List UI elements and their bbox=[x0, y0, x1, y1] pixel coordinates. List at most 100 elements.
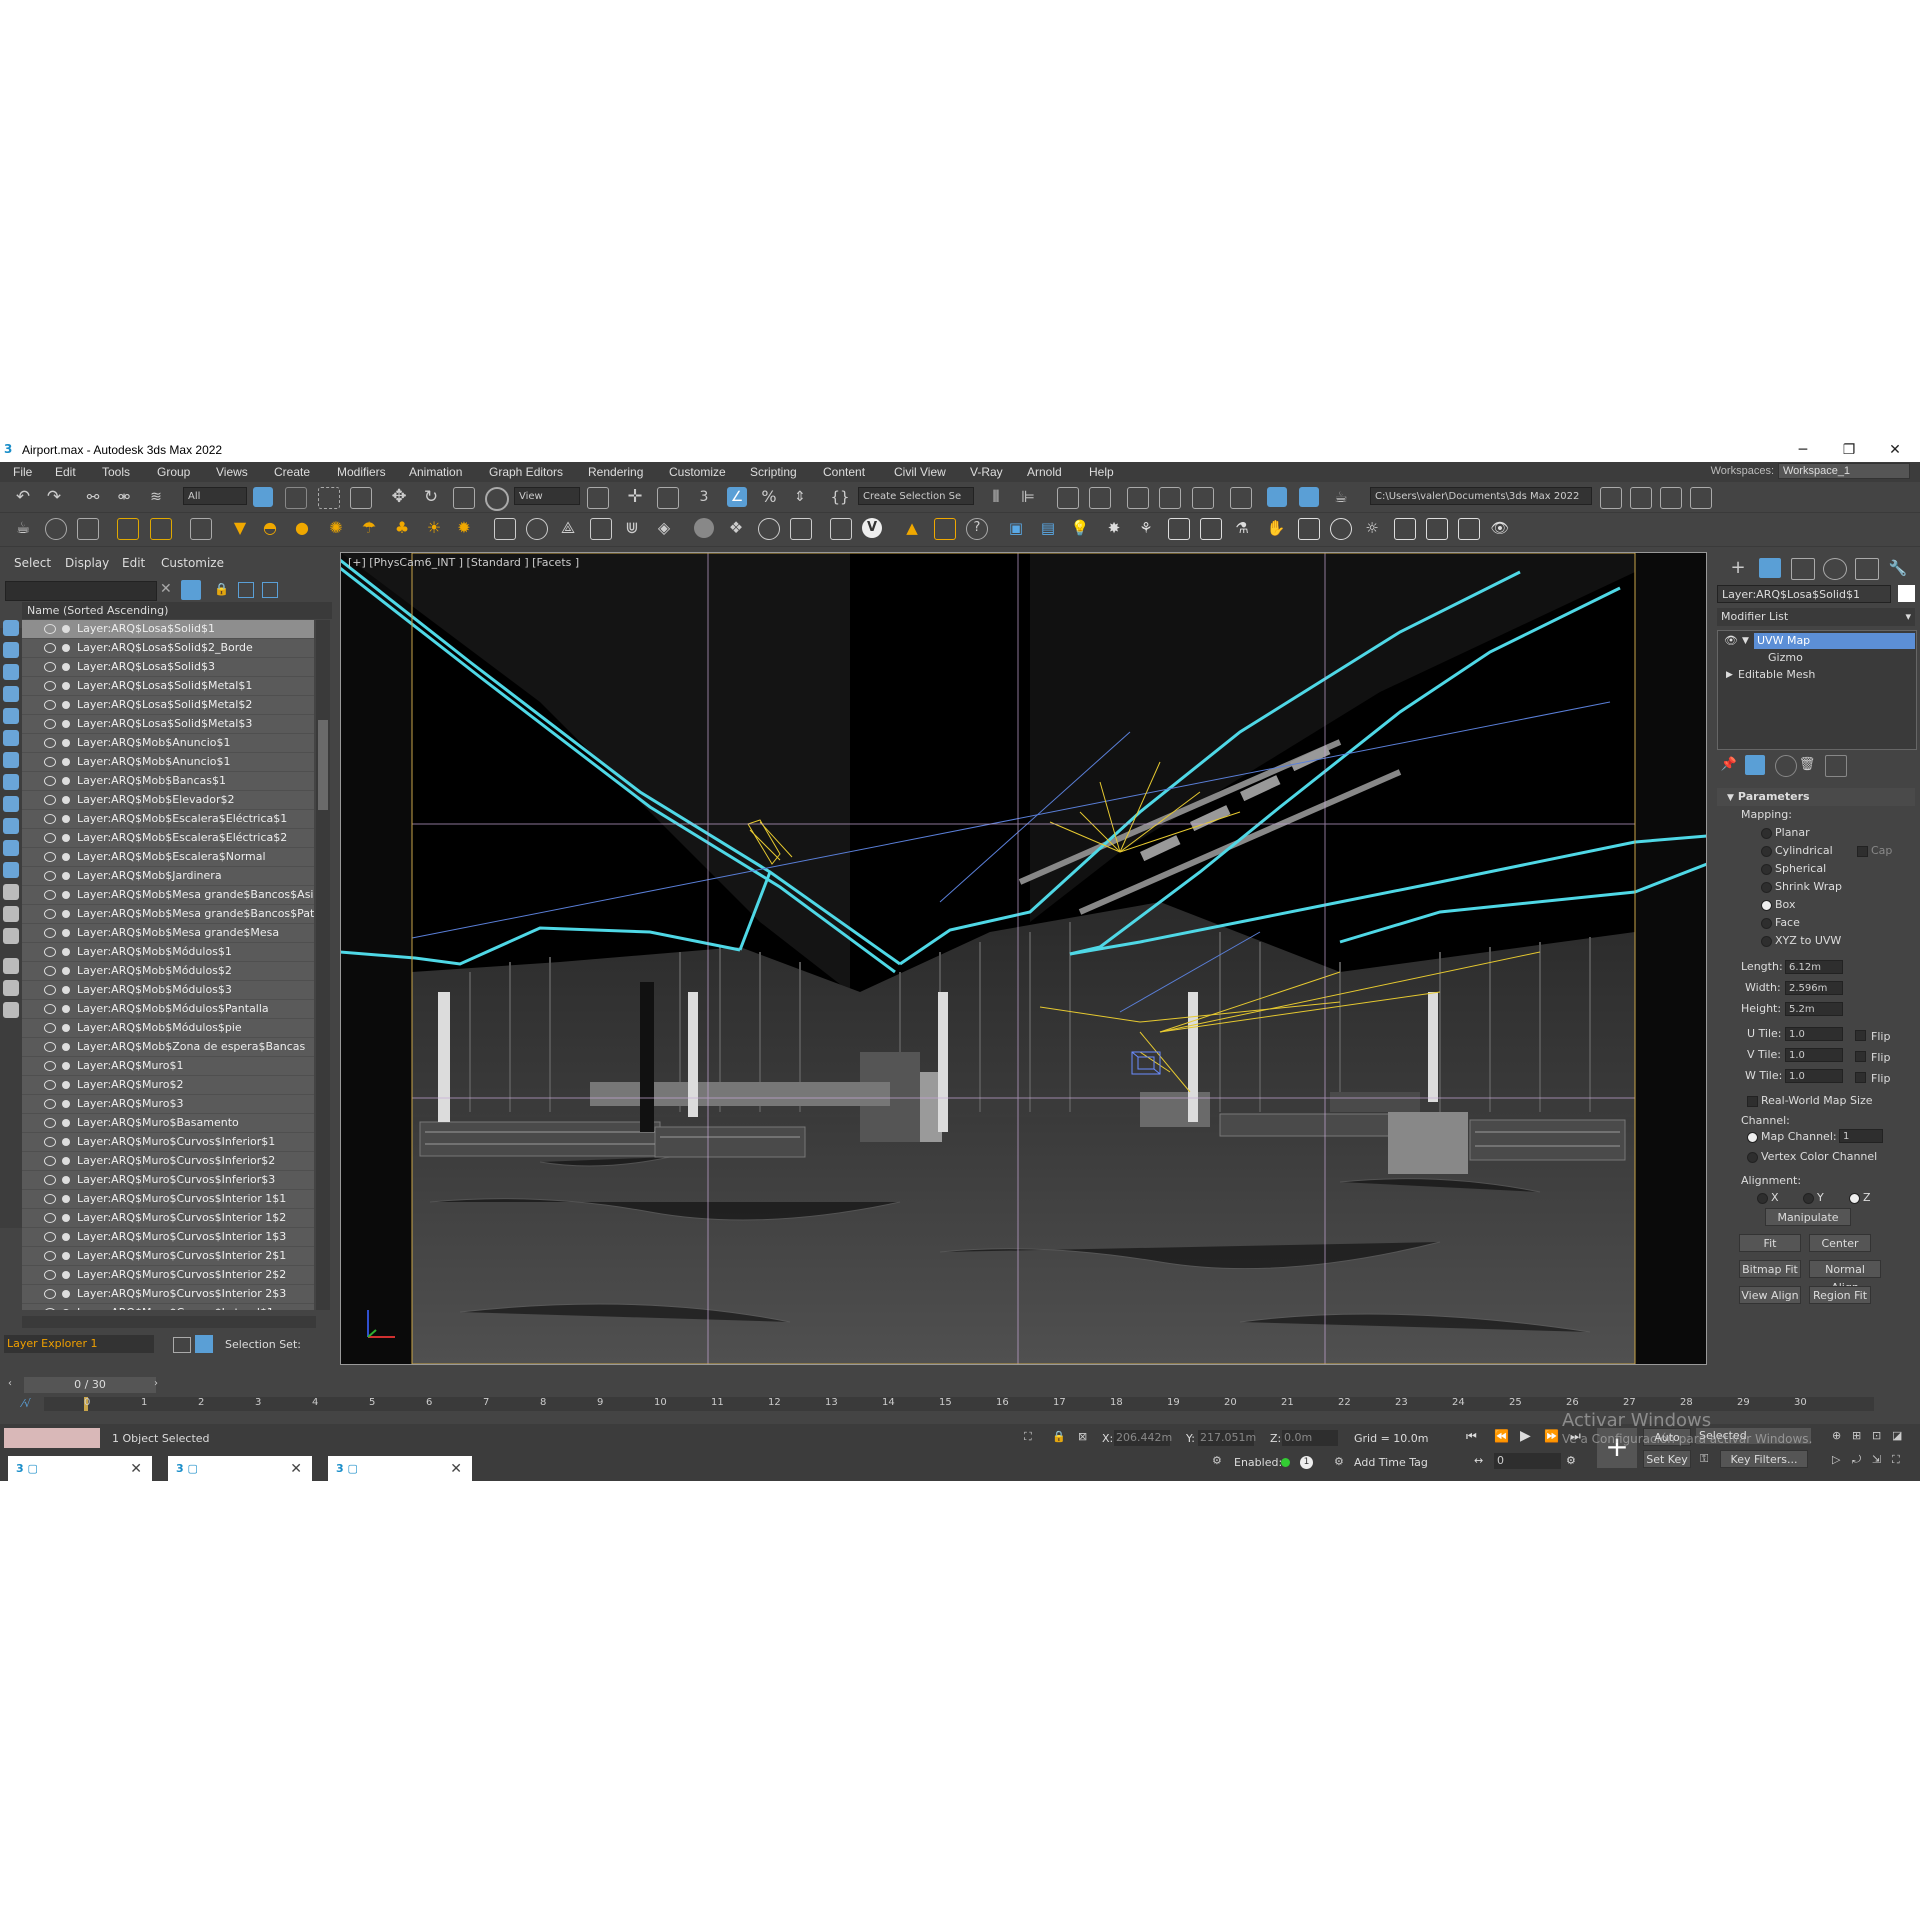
visibility-eye-icon[interactable] bbox=[44, 1213, 56, 1223]
visibility-eye-icon[interactable] bbox=[44, 1137, 56, 1147]
configure-sets-icon[interactable] bbox=[1825, 755, 1847, 777]
menu-rendering[interactable]: Rendering bbox=[588, 465, 643, 479]
visibility-eye-icon[interactable] bbox=[44, 738, 56, 748]
utilities-tab-icon[interactable]: 🔧 bbox=[1887, 558, 1909, 578]
explorer-menu-select[interactable]: Select bbox=[14, 556, 51, 570]
image-icon[interactable] bbox=[1298, 518, 1320, 540]
viewport-label[interactable]: [+] [PhysCam6_INT ] [Standard ] [Facets … bbox=[348, 556, 579, 569]
render-production-icon[interactable]: ☕ bbox=[1331, 487, 1351, 507]
visibility-eye-icon[interactable] bbox=[44, 1232, 56, 1242]
modify-tab-icon[interactable] bbox=[1759, 558, 1781, 578]
vray-sun-icon[interactable]: ☀ bbox=[424, 518, 444, 538]
visibility-eye-icon[interactable] bbox=[44, 1156, 56, 1166]
freeze-dot-icon[interactable] bbox=[62, 1195, 70, 1203]
menu-arnold[interactable]: Arnold bbox=[1027, 465, 1062, 479]
unlink-icon[interactable]: ⚮ bbox=[114, 487, 134, 507]
layer-row[interactable]: Layer:ARQ$Mob$Módulos$2 bbox=[22, 962, 314, 981]
vray-material-icon[interactable]: ❖ bbox=[726, 518, 746, 538]
railclone-icon[interactable] bbox=[1168, 518, 1190, 540]
toggle-scene-explorer-icon[interactable] bbox=[1057, 487, 1079, 509]
fov-icon[interactable]: ◪ bbox=[1892, 1429, 1902, 1442]
frame-buffer-icon[interactable] bbox=[77, 518, 99, 540]
freeze-dot-icon[interactable] bbox=[62, 777, 70, 785]
filter-display-icon[interactable] bbox=[3, 980, 19, 996]
freeze-dot-icon[interactable] bbox=[62, 1252, 70, 1260]
map-channel-radio[interactable] bbox=[1747, 1132, 1758, 1143]
visibility-eye-icon[interactable] bbox=[44, 1061, 56, 1071]
bulb-icon[interactable]: ☼ bbox=[1362, 518, 1382, 538]
freeze-dot-icon[interactable] bbox=[62, 739, 70, 747]
visibility-eye-icon[interactable] bbox=[44, 1004, 56, 1014]
explorer-menu-edit[interactable]: Edit bbox=[122, 556, 145, 570]
material-editor-icon[interactable] bbox=[1230, 487, 1252, 509]
select-by-name-icon[interactable] bbox=[285, 487, 307, 509]
schematic-view-icon[interactable] bbox=[1192, 487, 1214, 509]
vray-lister-icon[interactable] bbox=[150, 518, 172, 540]
vray-ambient-light-icon[interactable]: ✹ bbox=[454, 518, 474, 538]
freeze-dot-icon[interactable] bbox=[62, 910, 70, 918]
teapot-icon[interactable]: ☕ bbox=[13, 518, 33, 538]
visibility-eye-icon[interactable] bbox=[44, 1080, 56, 1090]
align-z-radio[interactable] bbox=[1849, 1193, 1860, 1204]
menu-file[interactable]: File bbox=[13, 465, 32, 479]
add-time-tag[interactable]: Add Time Tag bbox=[1354, 1456, 1428, 1469]
layer-row[interactable]: Layer:ARQ$Mob$Anuncio$1 bbox=[22, 753, 314, 772]
clear-search-icon[interactable]: ✕ bbox=[160, 581, 172, 597]
u-flip-checkbox[interactable] bbox=[1855, 1030, 1866, 1041]
vray-fur-icon[interactable]: ⋓ bbox=[622, 518, 642, 538]
layer-row[interactable]: Layer:ARQ$Muro$Curvos$Interior 1$3 bbox=[22, 1228, 314, 1247]
forest-icon[interactable]: ⚘ bbox=[1136, 518, 1156, 538]
explorer-menu-display[interactable]: Display bbox=[65, 556, 109, 570]
hand-icon[interactable]: ✋ bbox=[1266, 518, 1286, 538]
key-filter-icon[interactable]: ⚿ bbox=[1700, 1452, 1708, 1466]
layer-row[interactable]: Layer:ARQ$Muro$Curvos$Interior 2$2 bbox=[22, 1266, 314, 1285]
menu-views[interactable]: Views bbox=[216, 465, 248, 479]
vray-mesh-light-icon[interactable]: ♣ bbox=[392, 518, 412, 538]
align-x-radio[interactable] bbox=[1757, 1193, 1768, 1204]
corona-icon[interactable]: ⚗ bbox=[1232, 518, 1252, 538]
pivot-center-icon[interactable] bbox=[587, 487, 609, 509]
vray-cosmos-icon[interactable] bbox=[190, 518, 212, 540]
layer-row[interactable]: Layer:ARQ$Muro$Curvos$Inferior$3 bbox=[22, 1171, 314, 1190]
menu-modifiers[interactable]: Modifiers bbox=[337, 465, 386, 479]
layer-row[interactable]: Layer:ARQ$Muro$Curvos$Inferior$2 bbox=[22, 1152, 314, 1171]
fit-button[interactable]: Fit bbox=[1739, 1234, 1801, 1252]
freeze-dot-icon[interactable] bbox=[62, 1100, 70, 1108]
percent-snap-icon[interactable]: % bbox=[759, 487, 779, 507]
layer-row[interactable]: Layer:ARQ$Losa$Solid$Metal$2 bbox=[22, 696, 314, 715]
expand-icon[interactable]: ▶ bbox=[1726, 667, 1733, 683]
layer-row[interactable]: Layer:ARQ$Muro$Curvos$Interior 2$1 bbox=[22, 1247, 314, 1266]
workspaces-dropdown[interactable]: Workspace_1 bbox=[1778, 463, 1910, 479]
filter-icon[interactable] bbox=[181, 580, 201, 600]
layer-row[interactable]: Layer:ARQ$Mob$Zona de espera$Bancas bbox=[22, 1038, 314, 1057]
map-channel-spinner[interactable]: 1 bbox=[1839, 1129, 1883, 1143]
project-folder-icon[interactable] bbox=[1600, 487, 1622, 509]
freeze-dot-icon[interactable] bbox=[62, 986, 70, 994]
time-tag-icon[interactable]: ⚙ bbox=[1334, 1455, 1344, 1468]
maximize-button[interactable]: ❐ bbox=[1826, 438, 1872, 462]
real-world-checkbox[interactable] bbox=[1747, 1096, 1758, 1107]
freeze-dot-icon[interactable] bbox=[62, 872, 70, 880]
freeze-dot-icon[interactable] bbox=[62, 644, 70, 652]
selection-filter-dropdown[interactable]: All bbox=[183, 487, 247, 505]
layer-hierarchy-icon[interactable] bbox=[262, 582, 278, 598]
light-bulb-icon[interactable]: 💡 bbox=[1070, 518, 1090, 538]
freeze-dot-icon[interactable] bbox=[62, 625, 70, 633]
scale-icon[interactable] bbox=[453, 487, 475, 509]
task-thumbnail-3[interactable]: 3 ▢ ✕ bbox=[328, 1456, 472, 1481]
menu-vray[interactable]: V-Ray bbox=[970, 465, 1003, 479]
filter-spacewarps-icon[interactable] bbox=[3, 730, 19, 746]
mapping-spherical-radio[interactable] bbox=[1761, 864, 1772, 875]
utile-spinner[interactable]: 1.0 bbox=[1785, 1027, 1843, 1041]
project-open-icon[interactable] bbox=[1630, 487, 1652, 509]
freeze-dot-icon[interactable] bbox=[62, 929, 70, 937]
layer-explorer-dropdown[interactable]: Layer Explorer 1 bbox=[4, 1335, 154, 1353]
viewport[interactable]: [+] [PhysCam6_INT ] [Standard ] [Facets … bbox=[340, 552, 1707, 1365]
freeze-dot-icon[interactable] bbox=[62, 796, 70, 804]
filter-helpers-icon[interactable] bbox=[3, 708, 19, 724]
freeze-dot-icon[interactable] bbox=[62, 1309, 70, 1310]
visibility-eye-icon[interactable] bbox=[44, 643, 56, 653]
menu-civil-view[interactable]: Civil View bbox=[894, 465, 946, 479]
rotate-icon[interactable]: ↻ bbox=[421, 487, 441, 507]
filter-hidden-icon[interactable] bbox=[3, 862, 19, 878]
